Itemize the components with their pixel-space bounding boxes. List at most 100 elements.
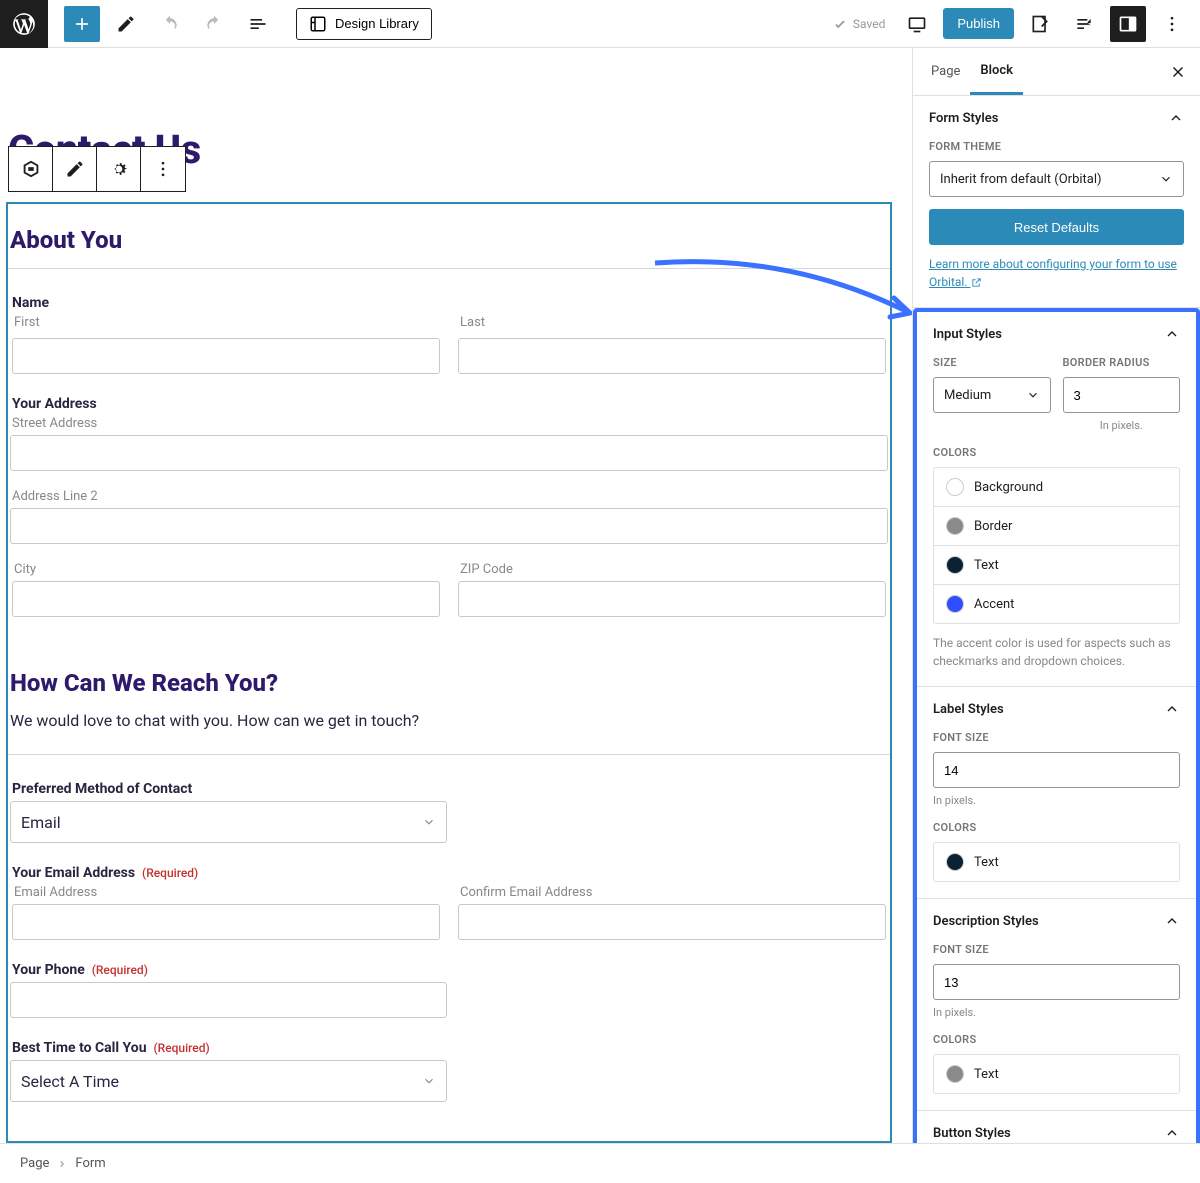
design-library-label: Design Library (335, 16, 419, 31)
best-time-label: Best Time to Call You (Required) (10, 1040, 447, 1056)
document-overview-button[interactable] (240, 6, 276, 42)
swatch-icon (946, 556, 964, 574)
line2-input[interactable] (10, 508, 888, 544)
form-theme-select[interactable]: Inherit from default (Orbital) (929, 161, 1184, 197)
swatch-icon (946, 1065, 964, 1083)
color-row-desc-text[interactable]: Text (934, 1055, 1179, 1093)
form-block-icon (20, 158, 42, 180)
size-select[interactable]: Medium (933, 377, 1051, 413)
color-row-text[interactable]: Text (934, 546, 1179, 585)
reach-body: We would love to chat with you. How can … (8, 711, 890, 730)
label-font-size-input[interactable] (933, 752, 1180, 788)
swatch-icon (946, 595, 964, 613)
form-block[interactable]: About You Name First Last (6, 202, 892, 1143)
border-radius-input[interactable] (1063, 377, 1181, 413)
form-theme-label: FORM THEME (929, 140, 1184, 153)
best-time-select[interactable]: Select A Time (10, 1060, 447, 1102)
tools-button[interactable] (108, 6, 144, 42)
chevron-up-icon (1164, 1125, 1180, 1141)
tab-block[interactable]: Block (970, 48, 1023, 95)
undo-icon (160, 14, 180, 34)
learn-more-link[interactable]: Learn more about configuring your form t… (929, 255, 1184, 291)
preferred-select[interactable]: Email (10, 801, 447, 843)
breadcrumb-form[interactable]: Form (75, 1156, 105, 1171)
gravity-sidebar-button[interactable] (1066, 6, 1102, 42)
form-styles-header[interactable]: Form Styles (913, 96, 1200, 140)
zip-sublabel: ZIP Code (458, 562, 886, 577)
pencil-icon (116, 14, 136, 34)
section-heading-about: About You (8, 226, 890, 268)
editor-topbar: Design Library Saved Publish (0, 0, 1200, 48)
design-library-button[interactable]: Design Library (296, 8, 432, 40)
border-radius-hint: In pixels. (1063, 419, 1181, 432)
label-styles-panel: Label Styles FONT SIZE In pixels. COLORS… (917, 687, 1196, 899)
publish-button[interactable]: Publish (943, 8, 1014, 39)
block-edit-button[interactable] (53, 147, 97, 191)
block-settings-button[interactable] (97, 147, 141, 191)
view-button[interactable] (899, 6, 935, 42)
email-label: Your Email Address (Required) (10, 865, 888, 881)
color-row-accent[interactable]: Accent (934, 585, 1179, 623)
city-input[interactable] (12, 581, 440, 617)
description-styles-header[interactable]: Description Styles (917, 899, 1196, 943)
design-library-icon (309, 15, 327, 33)
zip-input[interactable] (458, 581, 886, 617)
external-link-icon (971, 277, 982, 288)
email-input[interactable] (12, 904, 440, 940)
desc-font-size-input[interactable] (933, 964, 1180, 1000)
last-name-input[interactable] (458, 338, 886, 374)
color-row-background[interactable]: Background (934, 468, 1179, 507)
input-styles-header[interactable]: Input Styles (917, 312, 1196, 356)
settings-sidebar-button[interactable] (1110, 6, 1146, 42)
reset-defaults-button[interactable]: Reset Defaults (929, 209, 1184, 245)
street-sublabel: Street Address (10, 416, 888, 431)
breadcrumb-page[interactable]: Page (20, 1156, 49, 1171)
chevron-down-icon (1026, 388, 1040, 402)
sidebar-tabs: Page Block (913, 48, 1200, 96)
sidebar-close-button[interactable] (1164, 58, 1192, 86)
block-toolbar (8, 146, 186, 192)
preview-options-button[interactable] (1022, 6, 1058, 42)
chevron-up-icon (1164, 326, 1180, 342)
highlighted-panels: Input Styles SIZE Medium BORDE (913, 308, 1200, 1143)
redo-icon (204, 14, 224, 34)
last-sublabel: Last (458, 315, 886, 330)
list-icon (248, 14, 268, 34)
kebab-icon (1162, 14, 1182, 34)
email-confirm-sublabel: Confirm Email Address (458, 885, 886, 900)
button-styles-header[interactable]: Button Styles (917, 1111, 1196, 1143)
undo-button[interactable] (152, 6, 188, 42)
desc-colors-label: COLORS (933, 1033, 1180, 1046)
desc-colors-list: Text (933, 1054, 1180, 1094)
color-row-label-text[interactable]: Text (934, 843, 1179, 881)
font-size-label: FONT SIZE (933, 731, 1180, 744)
name-label: Name (10, 295, 888, 311)
pencil-icon (65, 159, 85, 179)
add-block-button[interactable] (64, 6, 100, 42)
wp-logo[interactable] (0, 0, 48, 48)
chevron-down-icon (422, 1074, 436, 1088)
tab-page[interactable]: Page (921, 48, 970, 95)
section-heading-reach: How Can We Reach You? (8, 669, 890, 711)
first-sublabel: First (12, 315, 440, 330)
swatch-icon (946, 517, 964, 535)
block-type-button[interactable] (9, 147, 53, 191)
breadcrumb: Page Form (0, 1143, 1200, 1183)
chevron-right-icon (57, 1159, 67, 1169)
first-name-input[interactable] (12, 338, 440, 374)
phone-input[interactable] (10, 982, 447, 1018)
color-row-border[interactable]: Border (934, 507, 1179, 546)
phone-label: Your Phone (Required) (10, 962, 447, 978)
chevron-down-icon (1159, 172, 1173, 186)
street-input[interactable] (10, 435, 888, 471)
desc-font-size-hint: In pixels. (933, 1006, 1180, 1019)
label-font-size-hint: In pixels. (933, 794, 1180, 807)
redo-button[interactable] (196, 6, 232, 42)
email-confirm-input[interactable] (458, 904, 886, 940)
more-options-button[interactable] (1154, 6, 1190, 42)
label-styles-header[interactable]: Label Styles (917, 687, 1196, 731)
close-icon (1169, 63, 1187, 81)
kebab-icon (153, 159, 173, 179)
block-more-button[interactable] (141, 147, 185, 191)
input-styles-panel: Input Styles SIZE Medium BORDE (917, 312, 1196, 687)
